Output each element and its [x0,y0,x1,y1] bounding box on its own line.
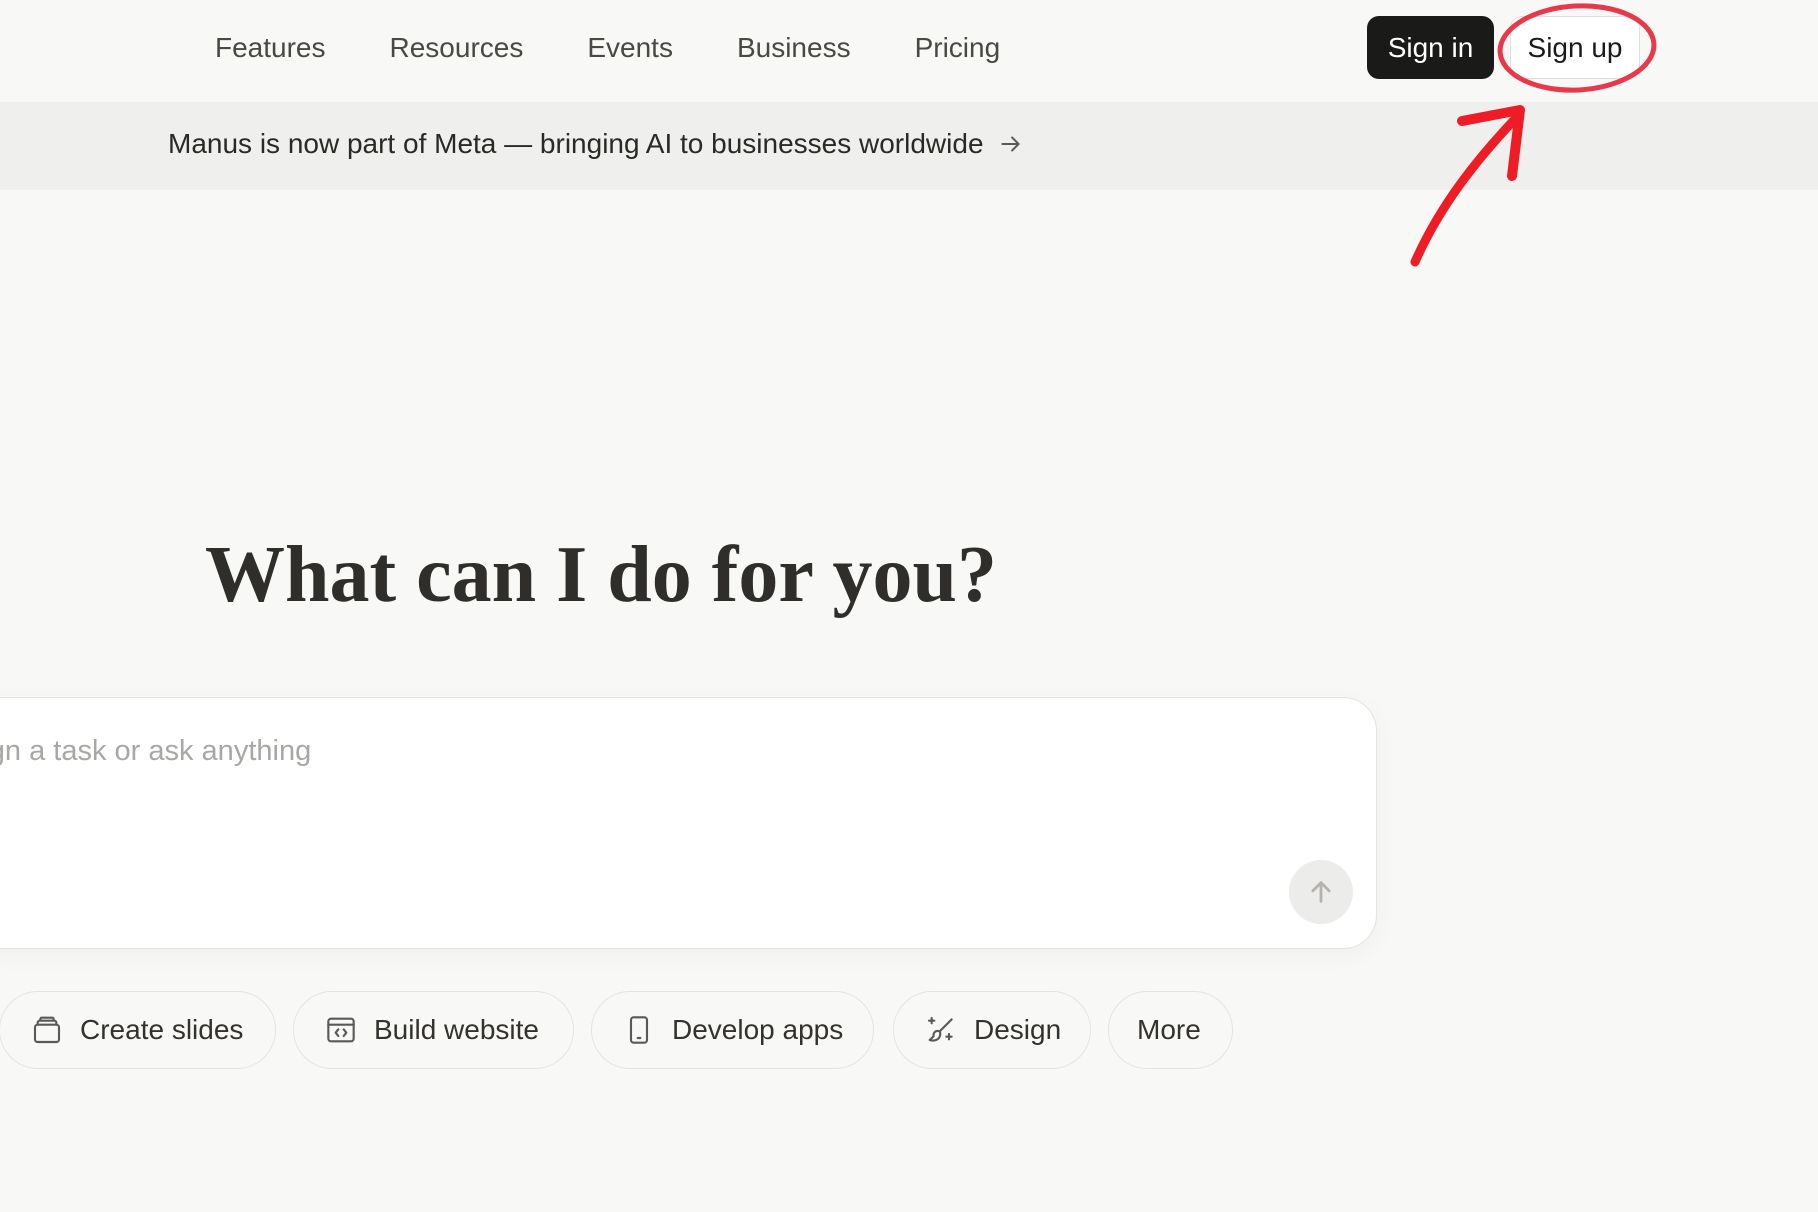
send-button[interactable] [1289,860,1353,924]
sign-up-button[interactable]: Sign up [1510,16,1640,79]
action-more[interactable]: More [1108,991,1233,1069]
quick-actions: Create slides Build website Develop apps… [0,991,1818,1069]
design-brush-icon [924,1013,958,1047]
landing-page: Features Resources Events Business Prici… [0,0,1818,1212]
nav-link-pricing[interactable]: Pricing [915,30,1001,66]
action-label: Design [974,1014,1062,1045]
arrow-up-icon [1311,881,1331,903]
announcement-text: Manus is now part of Meta — bringing AI … [168,128,984,159]
task-composer [0,697,1377,949]
nav-link-features[interactable]: Features [215,30,326,66]
action-develop-apps[interactable]: Develop apps [591,991,874,1069]
action-create-slides[interactable]: Create slides [0,991,276,1069]
action-label: Build website [374,1014,539,1045]
website-code-icon [324,1013,358,1047]
action-label: Develop apps [672,1014,844,1045]
announcement-link[interactable]: Manus is now part of Meta — bringing AI … [168,128,1024,160]
sign-in-button[interactable]: Sign in [1367,16,1494,79]
phone-icon [622,1013,656,1047]
nav-link-resources[interactable]: Resources [390,30,524,66]
arrow-right-icon [1000,136,1020,152]
action-build-website[interactable]: Build website [293,991,574,1069]
top-navigation: Features Resources Events Business Prici… [0,0,1818,102]
announcement-banner: Manus is now part of Meta — bringing AI … [0,102,1818,190]
nav-link-events[interactable]: Events [587,30,673,66]
action-label: Create slides [80,1014,244,1045]
task-input[interactable] [0,726,1241,776]
slides-icon [30,1013,64,1047]
action-label: More [1137,1014,1201,1045]
action-design[interactable]: Design [893,991,1091,1069]
nav-link-business[interactable]: Business [737,30,851,66]
nav-links: Features Resources Events Business Prici… [215,30,1000,66]
hero-title: What can I do for you? [205,531,997,619]
